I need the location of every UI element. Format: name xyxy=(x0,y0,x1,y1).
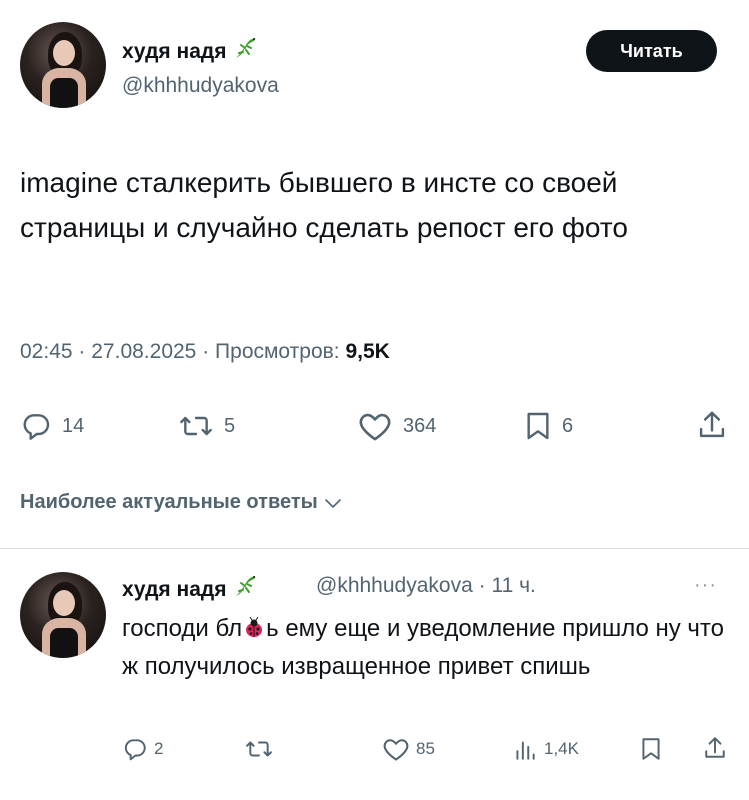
reply-icon xyxy=(124,739,146,761)
replies-sort-label: Наиболее актуальные ответы xyxy=(20,491,318,513)
like-icon xyxy=(359,413,391,441)
chevron-down-icon xyxy=(324,498,341,508)
reply-share-button[interactable] xyxy=(703,734,727,762)
views-icon xyxy=(516,741,535,760)
share-icon xyxy=(699,411,725,438)
reply-time[interactable]: 11 ч. xyxy=(491,574,535,597)
reply-reply-count: 2 xyxy=(154,739,164,758)
ladybug-emoji xyxy=(242,614,266,638)
like-icon xyxy=(383,739,409,761)
bookmark-icon xyxy=(527,412,549,440)
meta-separator: · xyxy=(202,340,210,363)
lizard-emoji xyxy=(232,36,258,68)
reply-actions: 2 85 1,4K xyxy=(0,734,749,768)
reply-like-button[interactable]: 85 xyxy=(382,736,435,762)
repost-icon xyxy=(180,416,212,436)
meta-separator: · xyxy=(78,340,86,363)
like-count: 364 xyxy=(403,414,437,437)
reply-author-name[interactable]: худя надя xyxy=(122,574,258,606)
views-label: Просмотров: xyxy=(215,340,340,363)
reply-bookmark-button[interactable] xyxy=(640,736,662,762)
more-options-button[interactable]: ··· xyxy=(694,574,717,597)
replies-sort-toggle[interactable]: Наиболее актуальные ответы xyxy=(20,491,342,514)
lizard-emoji xyxy=(232,574,258,606)
reply-icon xyxy=(23,414,50,440)
tweet-text: imagine сталкерить бывшего в инсте со св… xyxy=(20,167,628,243)
bookmark-count: 6 xyxy=(562,414,574,437)
repost-button[interactable]: 5 xyxy=(178,410,235,442)
bookmark-button[interactable]: 6 xyxy=(524,410,573,442)
share-button[interactable] xyxy=(697,408,727,442)
author-avatar[interactable] xyxy=(20,22,106,108)
follow-button[interactable]: Читать xyxy=(586,30,717,72)
reply-meta: @khhhudyakova · 11 ч. xyxy=(316,574,536,598)
reply-views-button[interactable]: 1,4K xyxy=(512,736,579,762)
reply-text-part-1: господи бл xyxy=(122,615,243,642)
reply-meta-separator: · xyxy=(478,574,486,597)
repost-icon xyxy=(246,741,272,757)
share-icon xyxy=(705,737,725,758)
reply-author-name-text: худя надя xyxy=(122,578,227,601)
tweet-meta: 02:45 · 27.08.2025 · Просмотров: 9,5K xyxy=(20,340,390,364)
reply-count: 14 xyxy=(62,414,85,437)
reply-text: господи бл ь ему еще и уведомление пришло… xyxy=(122,610,742,686)
reply-repost-button[interactable] xyxy=(244,736,280,762)
like-button[interactable]: 364 xyxy=(357,410,436,442)
author-handle[interactable]: @khhhudyakova xyxy=(122,74,279,98)
repost-count: 5 xyxy=(224,414,236,437)
reply-author-handle[interactable]: @khhhudyakova xyxy=(316,574,473,597)
tweet-actions: 14 5 364 6 xyxy=(0,406,749,446)
divider xyxy=(0,548,749,549)
bookmark-icon xyxy=(642,738,660,760)
reply-button[interactable]: 14 xyxy=(20,410,84,442)
reply-author-avatar[interactable] xyxy=(20,572,106,658)
reply-views-count: 1,4K xyxy=(544,739,579,758)
tweet-date[interactable]: 27.08.2025 xyxy=(91,340,196,363)
views-count: 9,5K xyxy=(345,340,390,363)
tweet-time[interactable]: 02:45 xyxy=(20,340,73,363)
reply-reply-button[interactable]: 2 xyxy=(122,736,163,762)
author-name[interactable]: худя надя xyxy=(122,36,258,68)
reply-like-count: 85 xyxy=(416,739,435,758)
author-name-text: худя надя xyxy=(122,40,227,63)
